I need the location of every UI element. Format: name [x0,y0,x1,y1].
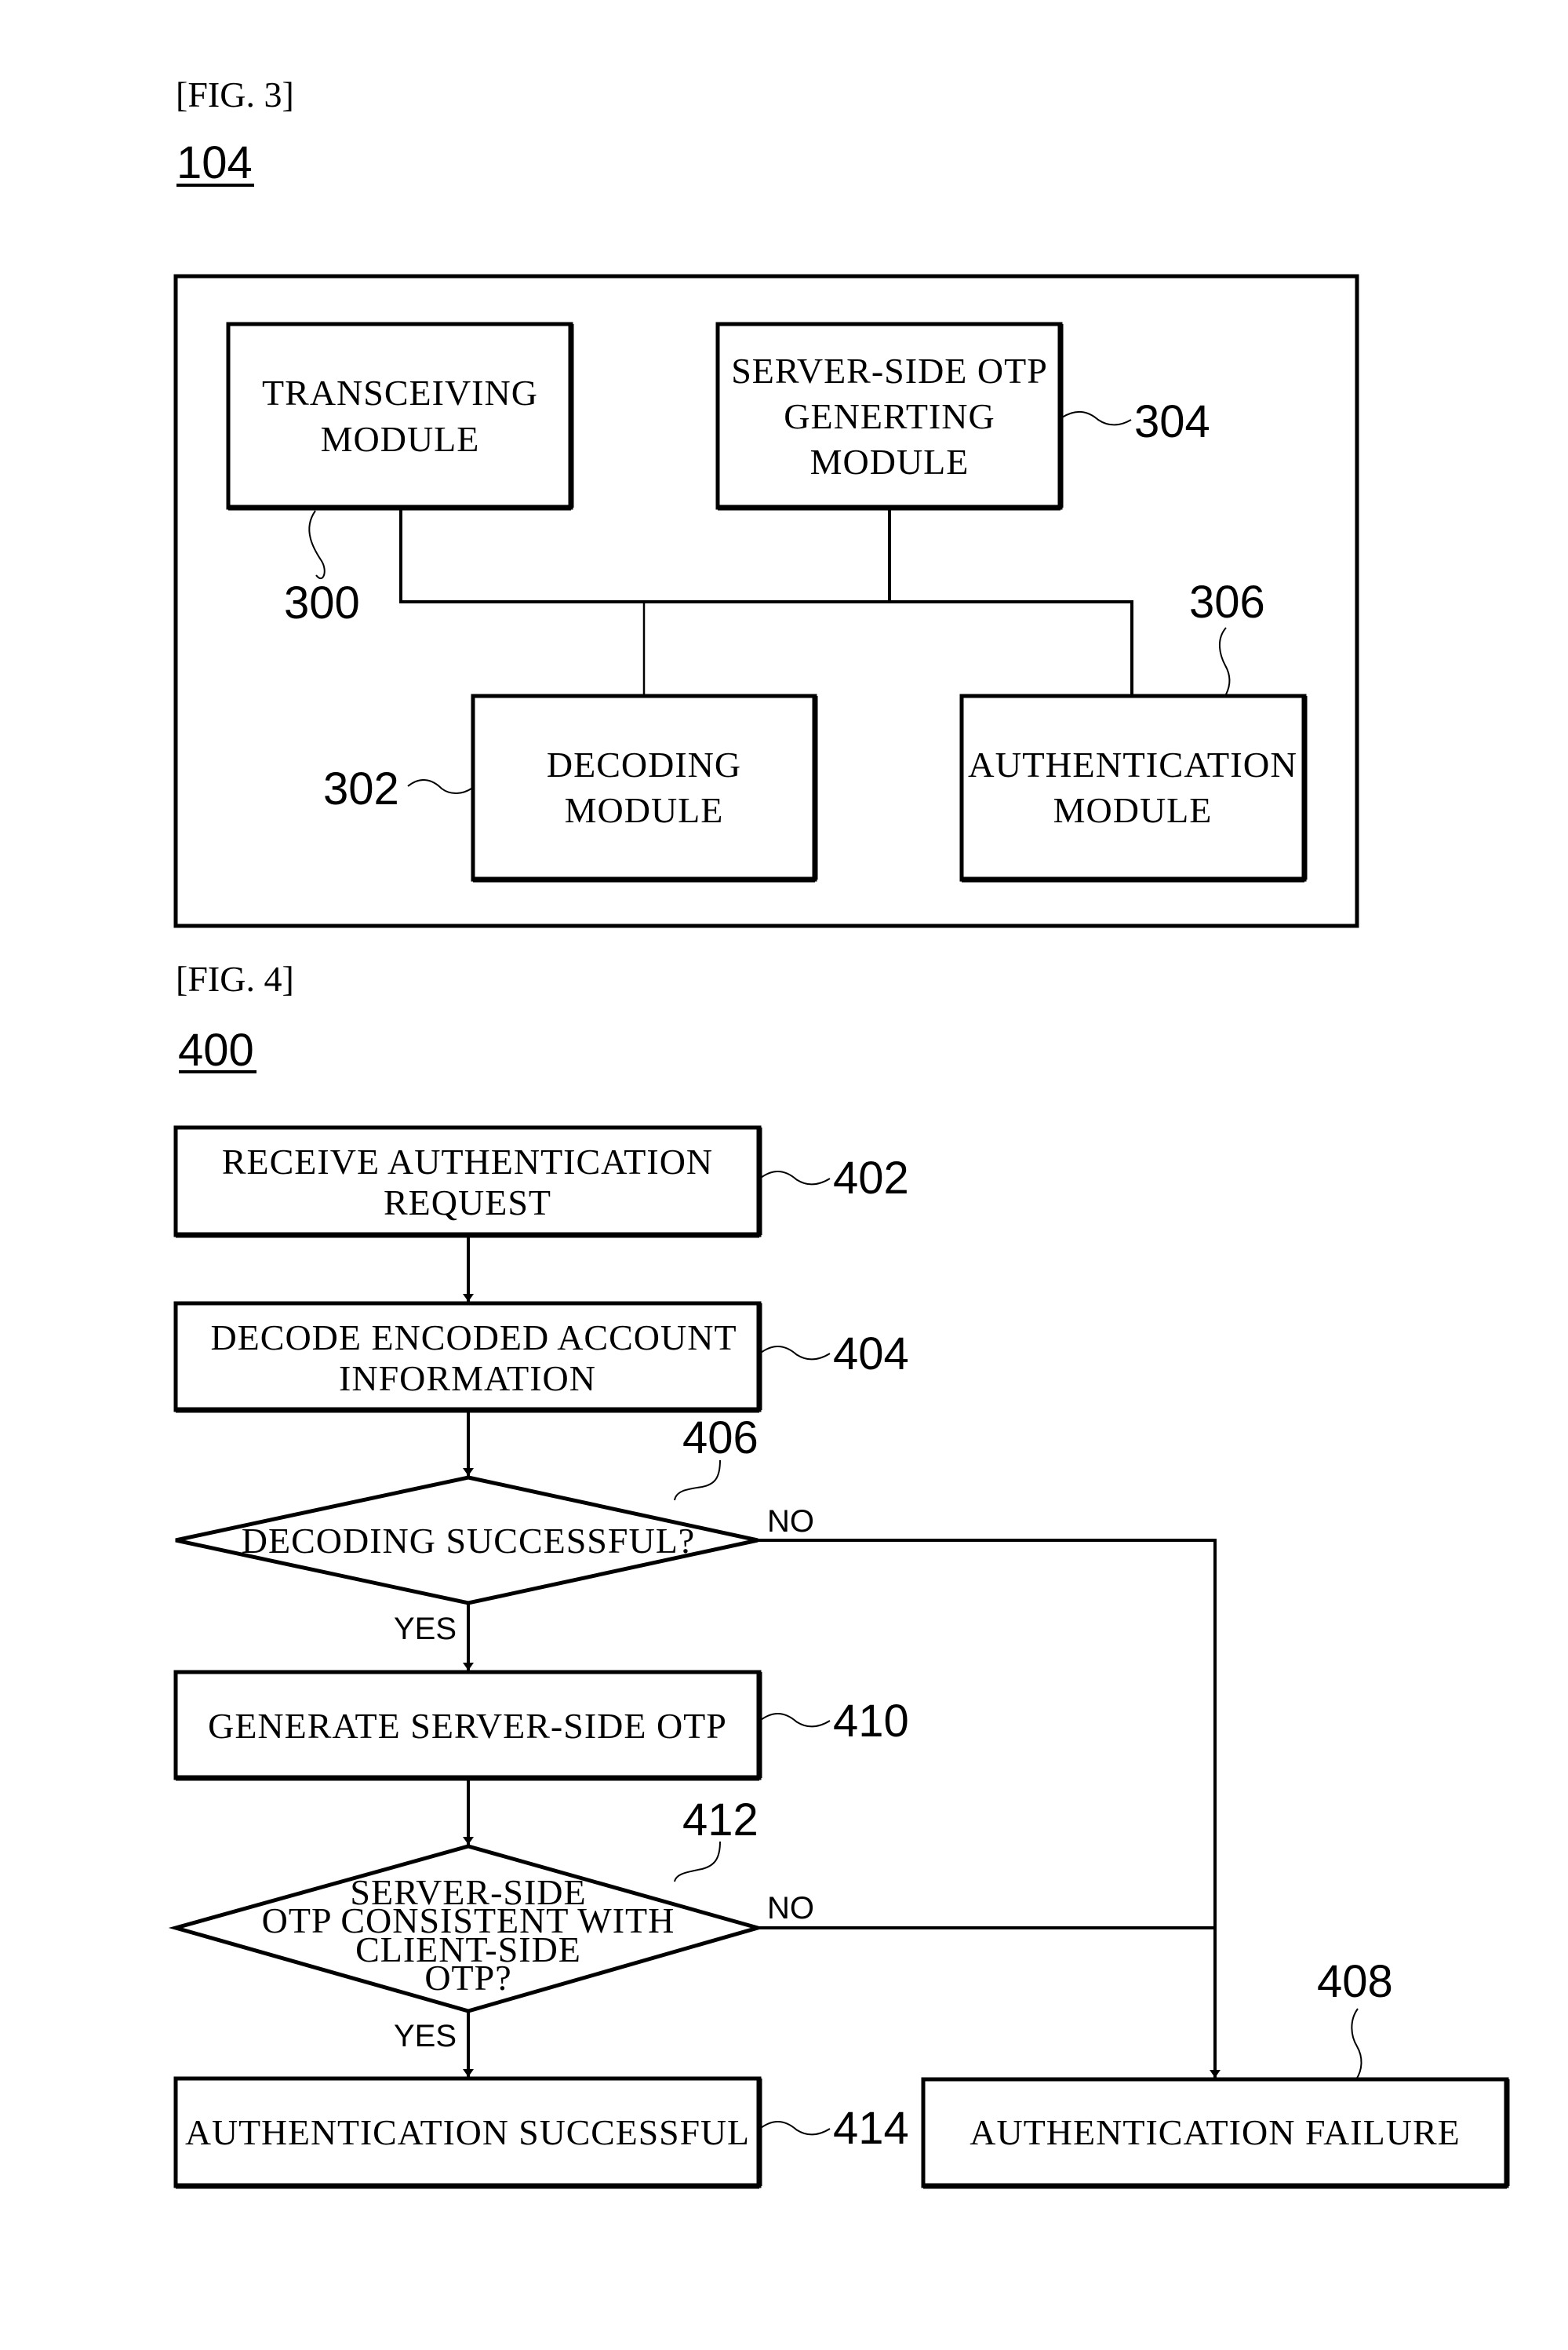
transceiving-module: TRANSCEIVING MODULE [226,322,574,511]
ref-406: 406 [682,1412,759,1463]
decoding-module: DECODING MODULE [471,694,818,883]
fig3-number: 104 [176,137,253,188]
step-generate-otp: GENERATE SERVER-SIDE OTP [173,1670,762,1781]
step-receive-request: RECEIVE AUTHENTICATION REQUEST [173,1125,762,1238]
fig4-number: 400 [178,1025,254,1076]
step-decode-label-line-1: DECODE ENCODED ACCOUNT [210,1317,737,1357]
ref-304: 304 [1134,396,1210,447]
step-receive-label-line-1: RECEIVE AUTHENTICATION [222,1142,713,1182]
ref-410: 410 [833,1696,909,1747]
ref-300: 300 [284,577,360,628]
ref-408: 408 [1317,1956,1393,2007]
figure-4: [FIG. 4] 400 RECEIVE AUTHENTICATION REQU… [168,959,1510,2189]
step-receive-label-line-2: REQUEST [384,1182,551,1222]
ref-leader-408 [1351,2008,1362,2080]
decision-otp-label-line-4: OTP? [424,1958,511,1998]
fig4-caption: [FIG. 4] [176,959,294,999]
ref-leader-412 [674,1841,721,1882]
patent-figures: [FIG. 3] 104 TRANSCEIVING MODULE 300 SER… [168,75,1510,2189]
step-failure-label: AUTHENTICATION FAILURE [970,2112,1460,2152]
ref-leader-300 [308,510,326,580]
transceiving-module-label-line-2: MODULE [321,419,480,459]
ref-402: 402 [833,1153,909,1204]
decision-decoding-successful: DECODING SUCCESSFUL? [175,1475,759,1605]
ref-leader-410 [760,1713,831,1728]
ref-leader-304 [1061,410,1132,426]
authentication-module-label-line-2: MODULE [1053,790,1213,830]
authentication-module: AUTHENTICATION MODULE [959,694,1308,883]
ref-412: 412 [682,1794,759,1845]
yes-label-412: YES [394,2019,457,2053]
otp-generating-module-label-line-3: MODULE [810,442,970,482]
no-label-406: NO [767,1504,814,1539]
step-authentication-successful: AUTHENTICATION SUCCESSFUL [173,2076,762,2189]
ref-404: 404 [833,1328,909,1379]
ref-302: 302 [323,763,399,814]
step-generate-label: GENERATE SERVER-SIDE OTP [208,1706,727,1746]
step-success-label: AUTHENTICATION SUCCESSFUL [185,2112,750,2152]
step-decode-account: DECODE ENCODED ACCOUNT INFORMATION [173,1301,762,1413]
yes-label-406: YES [394,1612,457,1646]
ref-414: 414 [833,2103,909,2154]
ref-leader-402 [760,1171,831,1186]
ref-306: 306 [1189,577,1265,628]
no-label-412: NO [767,1891,814,1926]
step-decode-label-line-2: INFORMATION [339,1358,596,1398]
ref-leader-306 [1219,627,1231,695]
module-bus [399,508,1133,696]
decision-otp-consistent: SERVER-SIDE OTP CONSISTENT WITH CLIENT-S… [168,1844,766,2013]
fig3-caption: [FIG. 3] [176,75,294,115]
transceiving-module-label-line-1: TRANSCEIVING [262,373,538,413]
decoding-module-label-line-1: DECODING [547,745,741,785]
step-authentication-failure: AUTHENTICATION FAILURE [921,2077,1510,2189]
ref-leader-302 [407,779,472,794]
figure-3: [FIG. 3] 104 TRANSCEIVING MODULE 300 SER… [173,75,1359,928]
authentication-module-label-line-1: AUTHENTICATION [968,745,1297,785]
otp-generating-module: SERVER-SIDE OTP GENERTING MODULE [715,322,1064,511]
decision-decoding-label: DECODING SUCCESSFUL? [242,1521,695,1561]
ref-leader-406 [674,1459,721,1501]
decoding-module-label-line-2: MODULE [565,790,724,830]
ref-leader-414 [760,2121,831,2136]
otp-generating-module-label-line-2: GENERTING [784,396,995,436]
otp-generating-module-label-line-1: SERVER-SIDE OTP [731,351,1048,391]
ref-leader-404 [760,1346,831,1361]
